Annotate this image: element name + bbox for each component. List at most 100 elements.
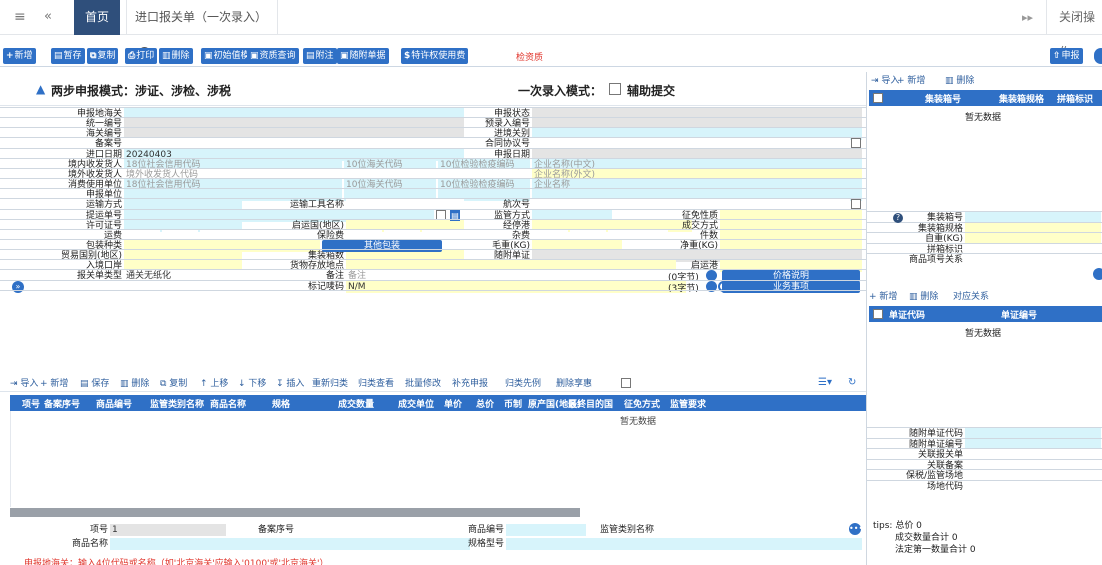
goods-tool-label-11: 补充申报 xyxy=(452,379,489,389)
doc-select-all[interactable] xyxy=(873,309,883,319)
rb-field-5[interactable] xyxy=(965,480,1101,493)
toolbar-icon-2: ⧉ xyxy=(90,51,97,61)
goods-tool-2[interactable]: ▤ 保存 xyxy=(80,377,109,391)
goods-tool-0[interactable]: ⇥ 导入 xyxy=(10,377,38,391)
item-no-label: 项号 xyxy=(89,525,108,535)
tips-legal: 法定第一数量合计 0 xyxy=(895,545,976,555)
refresh-icon[interactable]: ↻ xyxy=(848,377,856,388)
toolbar-button-2[interactable]: ⧉复制 xyxy=(87,48,119,64)
goods-col-4: 商品名称 xyxy=(210,400,247,410)
right-row-line xyxy=(867,221,1102,223)
toolbar-button-3[interactable]: ⎙打印 xyxy=(125,48,158,64)
item-no-field[interactable]: 1 xyxy=(110,524,226,536)
goods-code-label: 商品编号 xyxy=(467,525,504,535)
form-field-95[interactable]: N/M xyxy=(346,280,686,293)
goods-tool-11[interactable]: 补充申报 xyxy=(452,377,488,391)
goods-tool-3[interactable]: ▥ 删除 xyxy=(120,377,149,391)
list-view-icon[interactable]: ☰▾ xyxy=(818,377,832,388)
goods-tool-5[interactable]: ↑ 上移 xyxy=(200,377,228,391)
right-row-line xyxy=(867,437,1102,439)
right-row-line xyxy=(867,448,1102,449)
scroll-right-icon[interactable]: ▸▸ xyxy=(1022,11,1033,24)
qualification-link[interactable]: 检资质 xyxy=(516,50,543,63)
declare-button[interactable]: ⇧申报 xyxy=(1050,48,1083,64)
form-field-91[interactable]: 通关无纸化 xyxy=(124,270,242,283)
toolbar-icon-4: ▥ xyxy=(162,51,171,61)
expand-icon[interactable]: » xyxy=(12,280,24,293)
toolbar-button-6[interactable]: ▣资质查询 xyxy=(247,48,299,64)
spec-model-field[interactable] xyxy=(506,538,862,550)
goods-tool-12[interactable]: 归类先例 xyxy=(505,377,541,391)
right-tool-0[interactable]: ⇥ 导入 xyxy=(871,74,899,88)
form-row-line xyxy=(0,117,866,119)
upload-icon: ⇧ xyxy=(1053,51,1061,61)
container-toolbar: ⇥ 导入 + 新增 ▥ 删除 xyxy=(867,74,1102,88)
right-row-line xyxy=(867,458,1102,460)
right-panel: ⇥ 导入 + 新增 ▥ 删除 集装箱号 集装箱规格 拼箱标识 暂无数据 集装箱号 集装… xyxy=(866,72,1102,565)
doc-tool-0[interactable]: + 新增 xyxy=(869,290,897,304)
toolbar-button-9[interactable]: $特许权使用费 xyxy=(401,48,469,64)
goods-col-2: 商品编号 xyxy=(96,400,133,410)
rc-field-4[interactable] xyxy=(965,254,1101,266)
other-package-button[interactable]: 其他包装 xyxy=(322,239,442,252)
toolbar-button-4[interactable]: ▥删除 xyxy=(159,48,193,64)
goods-tool-label-0: 导入 xyxy=(20,379,39,389)
goods-tool-13[interactable]: 删除享惠 xyxy=(556,377,592,391)
form-row-line xyxy=(0,147,866,149)
goods-tool-8[interactable]: 重新归类 xyxy=(312,377,348,391)
form-row-line xyxy=(0,238,866,240)
goods-tool-label-5: 上移 xyxy=(210,379,229,389)
goods-code-field[interactable] xyxy=(506,524,586,536)
relation-more-icon[interactable] xyxy=(1093,268,1102,280)
goods-toolbar-checkbox[interactable] xyxy=(621,378,631,390)
goods-col-8: 单价 xyxy=(444,400,463,410)
toolbar-button-1[interactable]: ▤暂存 xyxy=(51,48,85,64)
doc-toolbar: + 新增 ▥ 删除 对应关系 xyxy=(867,290,1102,304)
goods-tool-10[interactable]: 批量修改 xyxy=(405,377,441,391)
form-row-line xyxy=(0,259,866,261)
related-fields: 随附单证代码 随附单证编号 关联报关单 关联备案 保税/监管场地 场地代码 xyxy=(867,427,1102,514)
right-tool-2[interactable]: ▥ 删除 xyxy=(945,74,974,88)
record-seq-label: 备案序号 xyxy=(257,525,294,535)
form-row-line xyxy=(0,228,866,230)
sup-cat-field[interactable] xyxy=(656,524,846,536)
more-icon[interactable] xyxy=(1094,48,1102,64)
goods-tool-label-13: 删除享惠 xyxy=(556,379,593,389)
toolbar-button-7[interactable]: ▤附注 xyxy=(303,48,337,64)
doc-tool-2[interactable]: 对应关系 xyxy=(953,290,989,304)
menu-icon[interactable]: ≡ xyxy=(14,9,26,25)
goods-tool-1[interactable]: + 新增 xyxy=(40,377,68,391)
goods-tool-6[interactable]: ↓ 下移 xyxy=(238,377,266,391)
toolbar-icon-6: ▣ xyxy=(250,51,259,61)
goods-tool-label-10: 批量修改 xyxy=(405,379,442,389)
toolbar-icon-7: ▤ xyxy=(306,51,315,61)
form-label-94: 标记唛码 xyxy=(307,281,344,292)
doc-tool-1[interactable]: ▥ 删除 xyxy=(909,290,938,304)
goods-tool-7[interactable]: ↧ 插入 xyxy=(276,377,304,391)
goods-tool-9[interactable]: 归类查看 xyxy=(358,377,394,391)
form-row-line xyxy=(0,218,866,220)
bytes-mark: (3字节) xyxy=(668,283,699,294)
form-row-line xyxy=(0,127,866,129)
toolbar-label-1: 暂存 xyxy=(63,51,82,61)
goods-name-field[interactable] xyxy=(110,538,470,550)
toolbar-button-8[interactable]: ▣随附单据 xyxy=(337,48,389,64)
tab-home[interactable]: 首页 xyxy=(74,0,120,35)
collapse-left-icon[interactable]: « xyxy=(44,9,52,24)
right-tool-1[interactable]: + 新增 xyxy=(897,74,925,88)
service-items-button[interactable]: 业务事项 xyxy=(722,280,860,293)
tab-import-entry[interactable]: 进口报关单（一次录入）✕ xyxy=(126,0,278,58)
form-row-line xyxy=(0,208,866,210)
goods-tool-label-9: 归类查看 xyxy=(358,379,395,389)
doc-tool-label-2: 对应关系 xyxy=(953,292,990,302)
detail-more-icon[interactable]: ••• xyxy=(849,523,863,535)
right-tool-label-2: 删除 xyxy=(956,76,975,86)
toolbar-label-6: 资质查询 xyxy=(259,51,296,61)
goods-tool-label-8: 重新归类 xyxy=(312,379,349,389)
goods-toolbar: ⇥ 导入 + 新增 ▤ 保存 ▥ 删除 ⧉ 复制 ↑ 上移 ↓ 下移 ↧ 插入 重新归类 归类查看… xyxy=(0,377,866,392)
close-operations-menu[interactable]: 关闭操作 xyxy=(1046,0,1102,59)
goods-hscrollbar[interactable] xyxy=(10,508,580,517)
container-select-all[interactable] xyxy=(873,93,883,103)
toolbar-button-0[interactable]: +新增 xyxy=(3,48,36,64)
goods-tool-4[interactable]: ⧉ 复制 xyxy=(160,377,187,391)
